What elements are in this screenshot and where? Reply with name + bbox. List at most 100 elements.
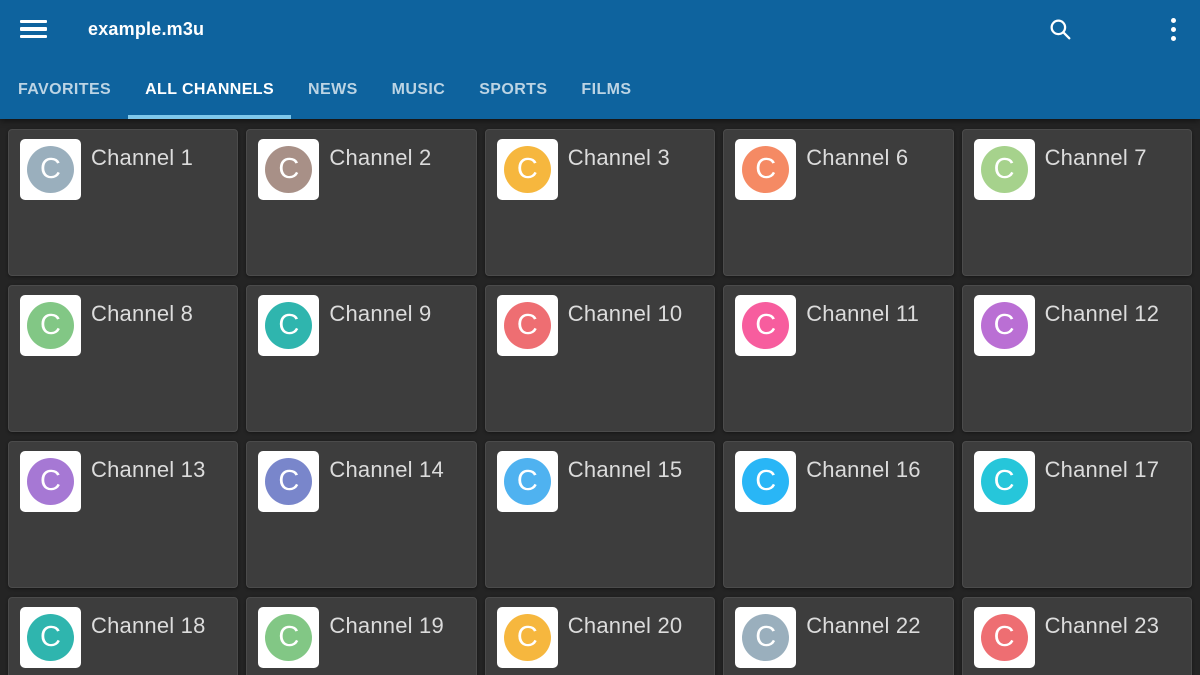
channel-card[interactable]: C Channel 8 bbox=[8, 285, 238, 432]
channel-logo: C bbox=[974, 607, 1035, 668]
tab-films[interactable]: FILMS bbox=[564, 58, 648, 119]
channel-card[interactable]: C Channel 11 bbox=[723, 285, 953, 432]
channel-logo-letter: C bbox=[755, 155, 776, 184]
channel-card[interactable]: C Channel 9 bbox=[246, 285, 476, 432]
channel-logo-circle: C bbox=[742, 302, 789, 349]
grid-view-icon[interactable] bbox=[1109, 20, 1134, 38]
tab-news[interactable]: NEWS bbox=[291, 58, 375, 119]
channel-logo: C bbox=[735, 139, 796, 200]
appbar-actions bbox=[1047, 16, 1177, 42]
channel-logo-circle: C bbox=[27, 302, 74, 349]
channel-logo-circle: C bbox=[265, 458, 312, 505]
channel-logo-circle: C bbox=[265, 614, 312, 661]
channel-logo-letter: C bbox=[517, 467, 538, 496]
channel-logo: C bbox=[735, 607, 796, 668]
channel-name: Channel 6 bbox=[806, 145, 908, 171]
tab-label: NEWS bbox=[308, 81, 358, 99]
channel-name: Channel 2 bbox=[329, 145, 431, 171]
channel-logo: C bbox=[974, 451, 1035, 512]
channel-logo-letter: C bbox=[517, 155, 538, 184]
channel-card[interactable]: C Channel 7 bbox=[962, 129, 1192, 276]
channel-logo: C bbox=[258, 607, 319, 668]
channel-logo: C bbox=[497, 139, 558, 200]
channel-logo: C bbox=[735, 451, 796, 512]
channel-name: Channel 18 bbox=[91, 613, 206, 639]
channel-logo-circle: C bbox=[981, 146, 1028, 193]
tab-bar: FAVORITES ALL CHANNELS NEWS MUSIC SPORTS… bbox=[0, 58, 1200, 119]
app-header: example.m3u FAVORITES ALL CHANNELS NEWS … bbox=[0, 0, 1200, 119]
channel-card[interactable]: C Channel 19 bbox=[246, 597, 476, 675]
channel-logo-letter: C bbox=[278, 311, 299, 340]
channel-logo-circle: C bbox=[742, 614, 789, 661]
tab-music[interactable]: MUSIC bbox=[375, 58, 463, 119]
channel-logo: C bbox=[258, 451, 319, 512]
channel-name: Channel 3 bbox=[568, 145, 670, 171]
channel-logo-circle: C bbox=[981, 302, 1028, 349]
channel-card[interactable]: C Channel 17 bbox=[962, 441, 1192, 588]
channel-logo-letter: C bbox=[994, 311, 1015, 340]
channel-logo: C bbox=[20, 295, 81, 356]
channel-logo: C bbox=[974, 139, 1035, 200]
channel-logo-letter: C bbox=[278, 467, 299, 496]
channel-logo-letter: C bbox=[278, 623, 299, 652]
channel-card[interactable]: C Channel 1 bbox=[8, 129, 238, 276]
channel-logo: C bbox=[20, 607, 81, 668]
channel-card[interactable]: C Channel 23 bbox=[962, 597, 1192, 675]
channel-logo: C bbox=[497, 451, 558, 512]
tab-favorites[interactable]: FAVORITES bbox=[1, 58, 128, 119]
channel-logo-circle: C bbox=[27, 458, 74, 505]
channel-name: Channel 23 bbox=[1045, 613, 1160, 639]
channel-name: Channel 7 bbox=[1045, 145, 1147, 171]
channel-logo-letter: C bbox=[517, 623, 538, 652]
channel-logo: C bbox=[258, 139, 319, 200]
tab-all-channels[interactable]: ALL CHANNELS bbox=[128, 58, 291, 119]
search-icon[interactable] bbox=[1047, 16, 1073, 42]
channel-name: Channel 10 bbox=[568, 301, 683, 327]
channel-name: Channel 16 bbox=[806, 457, 921, 483]
channel-logo: C bbox=[20, 139, 81, 200]
channel-name: Channel 19 bbox=[329, 613, 444, 639]
channel-card[interactable]: C Channel 18 bbox=[8, 597, 238, 675]
channel-logo-circle: C bbox=[742, 458, 789, 505]
channel-card[interactable]: C Channel 15 bbox=[485, 441, 715, 588]
channel-name: Channel 14 bbox=[329, 457, 444, 483]
channel-logo-letter: C bbox=[40, 467, 61, 496]
channel-card[interactable]: C Channel 2 bbox=[246, 129, 476, 276]
channel-name: Channel 8 bbox=[91, 301, 193, 327]
channel-name: Channel 12 bbox=[1045, 301, 1160, 327]
channel-logo-letter: C bbox=[755, 311, 776, 340]
overflow-menu-icon[interactable] bbox=[1170, 18, 1177, 41]
tab-label: MUSIC bbox=[392, 81, 446, 99]
channel-card[interactable]: C Channel 12 bbox=[962, 285, 1192, 432]
channel-card[interactable]: C Channel 13 bbox=[8, 441, 238, 588]
channel-logo-letter: C bbox=[994, 623, 1015, 652]
channel-name: Channel 9 bbox=[329, 301, 431, 327]
channel-card[interactable]: C Channel 22 bbox=[723, 597, 953, 675]
channel-logo-circle: C bbox=[265, 146, 312, 193]
channel-card[interactable]: C Channel 6 bbox=[723, 129, 953, 276]
channel-logo: C bbox=[497, 607, 558, 668]
channel-name: Channel 1 bbox=[91, 145, 193, 171]
channel-logo-letter: C bbox=[40, 311, 61, 340]
channel-name: Channel 20 bbox=[568, 613, 683, 639]
channel-logo-circle: C bbox=[742, 146, 789, 193]
tab-label: FAVORITES bbox=[18, 81, 111, 99]
menu-icon[interactable] bbox=[20, 20, 47, 39]
channel-logo-circle: C bbox=[504, 146, 551, 193]
channel-logo-letter: C bbox=[755, 467, 776, 496]
channel-card[interactable]: C Channel 20 bbox=[485, 597, 715, 675]
channel-logo-circle: C bbox=[27, 146, 74, 193]
app-bar: example.m3u bbox=[0, 0, 1200, 58]
channel-logo-circle: C bbox=[981, 614, 1028, 661]
channel-logo-circle: C bbox=[27, 614, 74, 661]
channel-name: Channel 17 bbox=[1045, 457, 1160, 483]
channel-card[interactable]: C Channel 16 bbox=[723, 441, 953, 588]
channel-logo: C bbox=[258, 295, 319, 356]
channel-logo-circle: C bbox=[504, 458, 551, 505]
channel-card[interactable]: C Channel 14 bbox=[246, 441, 476, 588]
tab-sports[interactable]: SPORTS bbox=[462, 58, 564, 119]
channel-logo: C bbox=[20, 451, 81, 512]
channel-card[interactable]: C Channel 3 bbox=[485, 129, 715, 276]
channel-card[interactable]: C Channel 10 bbox=[485, 285, 715, 432]
channel-logo: C bbox=[735, 295, 796, 356]
